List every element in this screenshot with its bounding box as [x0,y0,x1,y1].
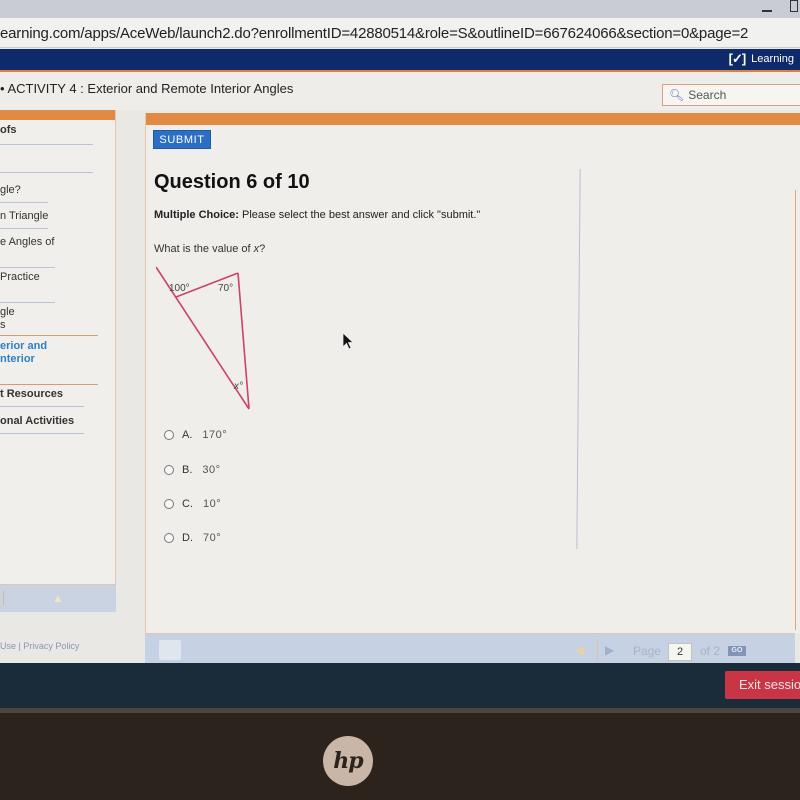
option-value: 70° [203,532,222,544]
exit-session-button[interactable]: Exit session [725,671,800,699]
brand-logo: [✓] Learning [729,51,794,67]
activity-bar: • ACTIVITY 4 : Exterior and Remote Inter… [0,72,800,110]
sidebar-item-practice[interactable]: Practice [0,271,40,284]
footer-links[interactable]: Use | Privacy Policy [0,641,79,651]
url-text[interactable]: earning.com/apps/AceWeb/launch2.do?enrol… [0,25,748,42]
radio-button[interactable] [164,430,174,440]
option-letter: A. [182,429,193,441]
sidebar-divider [0,302,55,303]
sidebar-item-triangle[interactable]: n Triangle [0,210,48,223]
option-value: 170° [202,429,228,441]
radio-button[interactable] [164,499,174,509]
question-title: Question 6 of 10 [154,171,310,193]
hp-logo-text: hp [333,748,363,774]
maximize-button[interactable] [790,0,798,12]
sidebar-divider [0,228,48,229]
radio-button[interactable] [164,533,174,543]
search-icon: 🔍︎ [669,88,685,102]
laptop-bezel: hp [0,708,800,800]
instruction-text: Please select the best answer and click … [238,209,481,221]
brand-mark-icon: [✓] [728,51,747,66]
content-divider [576,169,581,549]
sidebar-item-angles-of[interactable]: e Angles of [0,236,54,249]
print-icon[interactable] [159,640,181,660]
sidebar-divider [0,172,93,173]
sidebar-item-angle-s[interactable]: gle s [0,306,15,332]
answer-option-a[interactable]: A. 170° [164,429,227,441]
search-input[interactable]: 🔍︎ Search [662,84,800,106]
sidebar-item-exterior-interior-active[interactable]: erior and nterior [0,340,47,366]
screen: earning.com/apps/AceWeb/launch2.do?enrol… [0,0,800,708]
radio-button[interactable] [164,465,174,475]
sidebar: ofs gle? n Triangle e Angles of Practice… [0,110,116,612]
go-button[interactable]: GO [728,646,746,656]
answer-option-b[interactable]: B. 30° [164,464,221,476]
prompt-text: What is the value of [154,243,254,255]
sidebar-divider [0,144,93,145]
up-arrow-icon[interactable]: ▲ [52,591,64,605]
unknown-angle-label: x° [233,381,243,392]
hp-logo-icon: hp [323,736,373,786]
previous-page-arrow-icon[interactable]: ◀ [575,643,584,657]
answer-option-c[interactable]: C. 10° [164,498,221,510]
sidebar-divider [0,433,84,434]
question-prompt: What is the value of x? [154,243,265,255]
question-instructions: Multiple Choice: Please select the best … [154,209,480,221]
content-header-bar [146,113,800,125]
option-letter: B. [182,464,193,476]
content-right-border [795,190,796,630]
pager-bar: ◀ ▶ Page 2 of 2 GO [145,633,795,663]
window-titlebar [0,0,800,18]
sidebar-bottom-nav: ▲ [0,584,116,612]
session-bar: Exit session [0,663,800,708]
instruction-type: Multiple Choice: [154,209,239,221]
option-value: 10° [203,498,222,510]
next-page-arrow-icon[interactable]: ▶ [605,643,614,657]
sidebar-header-bar [0,110,115,120]
nav-separator [3,591,4,605]
option-value: 30° [202,464,221,476]
sidebar-divider-active [0,384,98,385]
activity-title: • ACTIVITY 4 : Exterior and Remote Inter… [0,81,294,96]
sidebar-divider [0,267,55,268]
sidebar-item-angle[interactable]: gle? [0,184,21,197]
answer-option-d[interactable]: D. 70° [164,532,221,544]
pager-separator [597,639,598,661]
brand-logo-text: Learning [751,53,794,65]
interior-angle-label: 70° [218,283,233,294]
sidebar-item-additional-activities[interactable]: onal Activities [0,415,74,428]
address-bar[interactable]: earning.com/apps/AceWeb/launch2.do?enrol… [0,18,800,48]
brand-header: [✓] Learning [0,49,800,70]
submit-button[interactable]: SUBMIT [153,130,211,149]
bezel-edge [0,708,800,713]
sidebar-item-proofs[interactable]: ofs [0,124,17,137]
sidebar-item-resources[interactable]: t Resources [0,388,63,401]
option-letter: D. [182,532,193,544]
sidebar-divider [0,202,48,203]
page-label: Page [633,644,662,658]
prompt-end: ? [259,243,266,255]
sidebar-divider-active [0,335,98,336]
search-placeholder: Search [688,88,727,102]
page-number-input[interactable]: 2 [668,643,692,661]
option-letter: C. [182,498,193,510]
minimize-button[interactable] [762,10,772,12]
sidebar-divider [0,406,84,407]
mouse-cursor-icon [342,332,355,350]
triangle-diagram: 100° 70° x° [156,266,250,410]
exterior-angle-label: 100° [169,283,190,294]
main-content: SUBMIT Question 6 of 10 Multiple Choice:… [145,113,800,633]
page-total: of 2 [700,644,721,658]
